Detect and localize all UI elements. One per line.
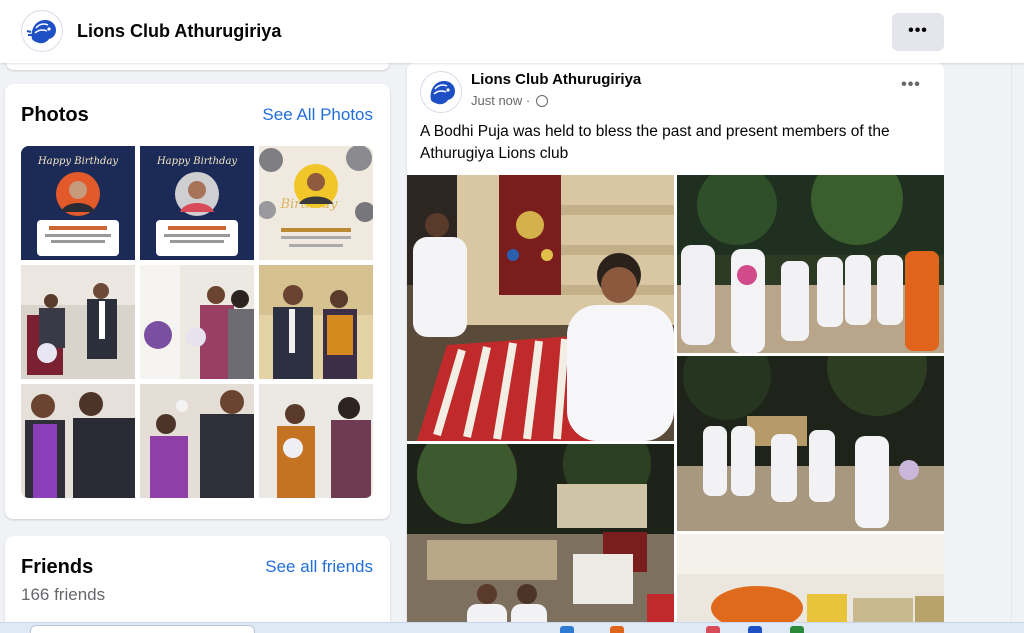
photos-heading: Photos <box>21 104 89 126</box>
see-all-photos-link[interactable]: See All Photos <box>262 105 373 125</box>
photos-card: Photos See All Photos Happy Birthday Hap… <box>5 84 390 519</box>
feed-post: Lions Club Athurugiriya Just now · ••• A… <box>407 62 944 633</box>
friends-count: 166 friends <box>21 585 106 604</box>
photo-thumbnail[interactable] <box>21 265 135 379</box>
post-text: A Bodhi Puja was held to bless the past … <box>420 123 890 162</box>
taskbar-app-icon[interactable] <box>748 626 762 633</box>
photo-thumbnail[interactable] <box>259 384 373 498</box>
post-photo[interactable] <box>677 356 944 531</box>
svg-text:Happy Birthday: Happy Birthday <box>156 156 237 167</box>
photo-thumbnail[interactable] <box>259 265 373 379</box>
post-photo[interactable] <box>677 175 944 353</box>
photo-thumbnail[interactable] <box>140 265 254 379</box>
svg-text:Happy Birthday: Happy Birthday <box>37 156 118 167</box>
post-photo[interactable] <box>677 534 944 633</box>
taskbar-app-icon[interactable] <box>790 626 804 633</box>
taskbar-app-icon[interactable] <box>560 626 574 633</box>
post-photo[interactable] <box>407 175 674 441</box>
lions-logo-icon[interactable] <box>21 10 63 52</box>
post-author-avatar[interactable] <box>420 71 462 113</box>
friends-card: Friends See all friends 166 friends <box>5 536 390 633</box>
page-title[interactable]: Lions Club Athurugiriya <box>77 21 281 42</box>
see-all-friends-link[interactable]: See all friends <box>265 557 373 577</box>
post-time-text[interactable]: Just now · <box>471 93 530 108</box>
post-author-name[interactable]: Lions Club Athurugiriya <box>471 71 641 88</box>
page-header: Lions Club Athurugiriya ••• <box>0 0 1024 63</box>
photo-thumbnail[interactable]: Happy Birthday <box>140 146 254 260</box>
photo-thumbnail[interactable]: Birthday <box>259 146 373 260</box>
taskbar <box>0 622 1024 633</box>
taskbar-search[interactable] <box>30 625 255 633</box>
scrollbar[interactable] <box>1011 63 1024 623</box>
photo-thumbnail[interactable]: Happy Birthday <box>21 146 135 260</box>
photo-thumbnail[interactable] <box>140 384 254 498</box>
taskbar-app-icon[interactable] <box>706 626 720 633</box>
friends-heading: Friends <box>21 556 94 578</box>
page-more-options-button[interactable]: ••• <box>892 13 944 51</box>
post-photo[interactable] <box>407 444 674 633</box>
photo-grid: Happy Birthday Happy Birthday <box>21 146 373 498</box>
photo-thumbnail[interactable] <box>21 384 135 498</box>
post-timestamp: Just now · <box>471 93 548 108</box>
post-photo-collage <box>407 175 944 633</box>
taskbar-app-icon[interactable] <box>610 626 624 633</box>
globe-icon <box>535 95 548 107</box>
post-more-options-button[interactable]: ••• <box>895 76 927 98</box>
